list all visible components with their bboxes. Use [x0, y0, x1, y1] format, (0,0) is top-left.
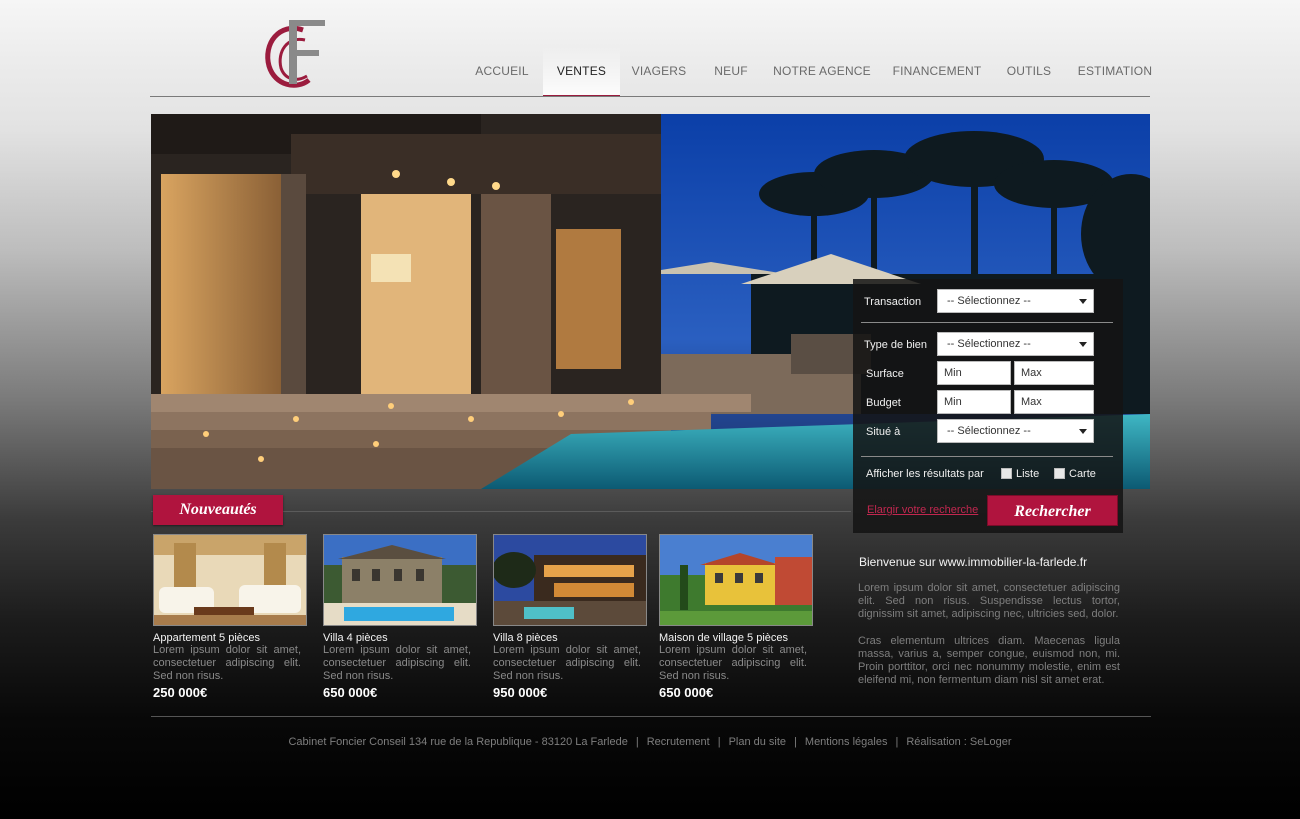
welcome-title: Bienvenue sur www.immobilier-la-farlede.… — [859, 555, 1088, 569]
search-submit-button[interactable]: Rechercher — [987, 495, 1118, 526]
widen-search-link[interactable]: Elargir votre recherche — [867, 504, 978, 516]
listing-title[interactable]: Villa 8 pièces — [493, 632, 647, 644]
chevron-down-icon — [1079, 299, 1087, 304]
chevron-down-icon — [1079, 342, 1087, 347]
listing-card[interactable]: Villa 4 pièces Lorem ipsum dolor sit ame… — [323, 534, 477, 700]
footer-address: Cabinet Foncier Conseil 134 rue de la Re… — [288, 736, 628, 748]
modern-villa-night-image — [494, 535, 646, 625]
listing-card[interactable]: Appartement 5 pièces Lorem ipsum dolor s… — [153, 534, 307, 700]
village-house-image — [660, 535, 812, 625]
footer-plan-link[interactable]: Plan du site — [729, 736, 786, 748]
surface-label: Surface — [866, 368, 904, 380]
listing-description: Lorem ipsum dolor sit amet, consectetuer… — [153, 644, 301, 682]
listing-title[interactable]: Maison de village 5 pièces — [659, 632, 813, 644]
footer-mentions-link[interactable]: Mentions légales — [805, 736, 888, 748]
stone-villa-pool-image — [324, 535, 476, 625]
type-label: Type de bien — [864, 339, 927, 351]
listing-price: 950 000€ — [493, 685, 548, 700]
footer-divider — [151, 716, 1151, 717]
listing-title[interactable]: Villa 4 pièces — [323, 632, 477, 644]
listing-price: 650 000€ — [323, 685, 378, 700]
nav-viagers[interactable]: VIAGERS — [625, 46, 693, 97]
liste-label: Liste — [1016, 468, 1040, 480]
living-room-image — [154, 535, 306, 625]
transaction-select[interactable]: -- Sélectionnez -- — [937, 289, 1094, 313]
listing-description: Lorem ipsum dolor sit amet, consectetuer… — [323, 644, 471, 682]
location-select[interactable]: -- Sélectionnez -- — [937, 419, 1094, 443]
budget-min-input[interactable] — [937, 390, 1011, 414]
listing-photo[interactable] — [493, 534, 647, 626]
carte-checkbox[interactable] — [1054, 468, 1065, 479]
listing-title[interactable]: Appartement 5 pièces — [153, 632, 307, 644]
display-mode-label: Afficher les résultats par — [866, 468, 984, 480]
transaction-select-value: -- Sélectionnez -- — [947, 295, 1031, 307]
nav-accueil[interactable]: ACCUEIL — [465, 46, 539, 97]
listing-price: 250 000€ — [153, 685, 208, 700]
footer-realisation-link[interactable]: Réalisation : SeLoger — [906, 736, 1011, 748]
listing-card[interactable]: Maison de village 5 pièces Lorem ipsum d… — [659, 534, 813, 700]
location-select-value: -- Sélectionnez -- — [947, 425, 1031, 437]
site-logo[interactable] — [243, 14, 351, 104]
listing-description: Lorem ipsum dolor sit amet, consectetuer… — [493, 644, 641, 682]
listing-photo[interactable] — [659, 534, 813, 626]
welcome-paragraph: Lorem ipsum dolor sit amet, consectetuer… — [858, 582, 1120, 620]
listing-photo[interactable] — [323, 534, 477, 626]
panel-divider — [861, 456, 1113, 457]
cf-monogram-logo — [265, 20, 325, 88]
welcome-paragraph: Cras elementum ultrices diam. Maecenas l… — [858, 635, 1120, 686]
nav-estimation[interactable]: ESTIMATION — [1074, 46, 1156, 97]
main-nav: ACCUEIL VENTES VIAGERS NEUF NOTRE AGENCE… — [460, 46, 1160, 97]
type-select[interactable]: -- Sélectionnez -- — [937, 332, 1094, 356]
nav-financement[interactable]: FINANCEMENT — [888, 46, 986, 97]
header-divider — [150, 96, 1150, 97]
panel-divider — [861, 322, 1113, 323]
budget-label: Budget — [866, 397, 901, 409]
carte-label: Carte — [1069, 468, 1096, 480]
nav-notre-agence[interactable]: NOTRE AGENCE — [772, 46, 872, 97]
listing-price: 650 000€ — [659, 685, 714, 700]
search-panel: Transaction -- Sélectionnez -- Type de b… — [853, 279, 1123, 533]
type-select-value: -- Sélectionnez -- — [947, 338, 1031, 350]
listing-photo[interactable] — [153, 534, 307, 626]
nav-ventes[interactable]: VENTES — [543, 46, 620, 97]
surface-min-input[interactable] — [937, 361, 1011, 385]
footer-recrutement-link[interactable]: Recrutement — [647, 736, 710, 748]
nav-neuf[interactable]: NEUF — [706, 46, 756, 97]
nav-outils[interactable]: OUTILS — [1000, 46, 1058, 97]
footer: Cabinet Foncier Conseil 134 rue de la Re… — [288, 736, 1012, 748]
liste-checkbox[interactable] — [1001, 468, 1012, 479]
situe-label: Situé à — [866, 426, 901, 438]
listing-description: Lorem ipsum dolor sit amet, consectetuer… — [659, 644, 807, 682]
transaction-label: Transaction — [864, 296, 922, 308]
budget-max-input[interactable] — [1014, 390, 1094, 414]
chevron-down-icon — [1079, 429, 1087, 434]
nouveautes-heading: Nouveautés — [153, 495, 283, 525]
listing-card[interactable]: Villa 8 pièces Lorem ipsum dolor sit ame… — [493, 534, 647, 700]
surface-max-input[interactable] — [1014, 361, 1094, 385]
